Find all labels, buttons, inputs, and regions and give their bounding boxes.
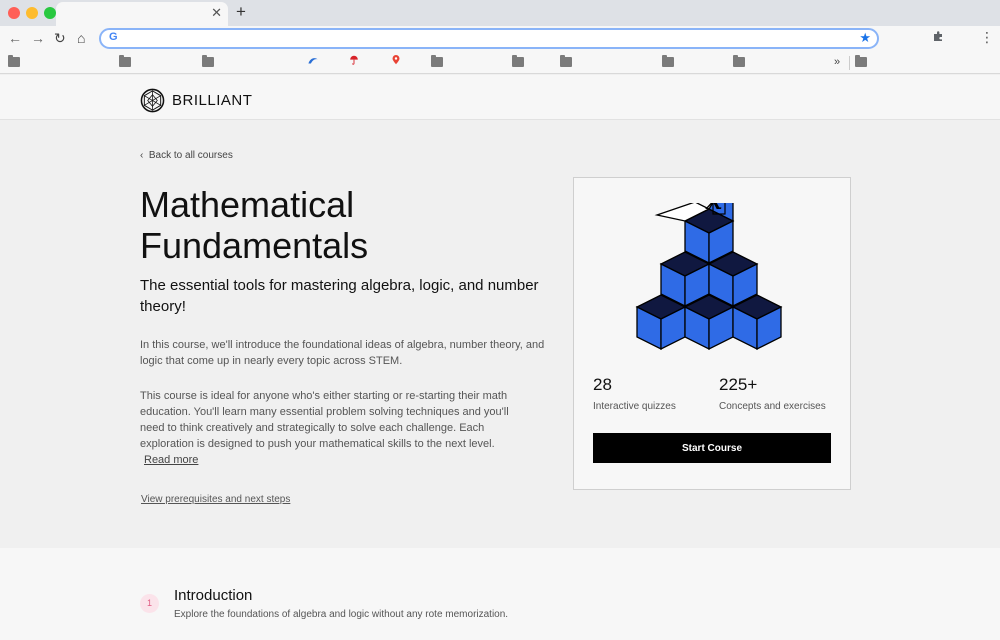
bookmark-folder-icon[interactable]: [662, 55, 674, 67]
bookmark-folder-icon[interactable]: [119, 55, 131, 67]
browser-tab-strip: ✕ +: [0, 0, 1000, 26]
back-to-courses-link[interactable]: ‹ Back to all courses: [140, 150, 233, 161]
stat-quizzes: 28 Interactive quizzes: [593, 375, 676, 412]
stat-quizzes-value: 28: [593, 375, 612, 394]
chapter-list: 1 Introduction Explore the foundations o…: [0, 548, 1000, 640]
read-more-link[interactable]: Read more: [144, 454, 198, 466]
start-course-button[interactable]: Start Course: [593, 433, 831, 463]
course-subtitle: The essential tools for mastering algebr…: [140, 277, 539, 315]
other-bookmarks-folder-icon[interactable]: [855, 55, 867, 67]
close-tab-icon[interactable]: ✕: [211, 5, 222, 21]
reload-icon[interactable]: ↻: [54, 30, 66, 46]
logo-text[interactable]: BRILLIANT: [172, 92, 252, 109]
minimize-window-button[interactable]: [26, 7, 38, 19]
browser-tab-active[interactable]: ✕: [56, 2, 228, 26]
address-bar[interactable]: G ★: [99, 28, 879, 49]
bookmark-umbrella-icon[interactable]: [348, 55, 360, 65]
forward-arrow-icon[interactable]: →: [31, 30, 45, 46]
course-description-1: In this course, we'll introduce the foun…: [140, 339, 545, 367]
course-card: x 28 Interactive quizzes 225+ Concepts a…: [573, 177, 851, 490]
cube-pyramid-illustration: x: [636, 203, 782, 350]
stat-concepts: 225+ Concepts and exercises: [719, 375, 826, 412]
back-link-label: Back to all courses: [148, 150, 233, 161]
stat-quizzes-label: Interactive quizzes: [593, 401, 676, 412]
bookmarks-bar: »: [0, 52, 1000, 74]
variable-x-symbol: x: [705, 203, 723, 217]
prerequisites-link[interactable]: View prerequisites and next steps: [141, 494, 290, 505]
close-window-button[interactable]: [8, 7, 20, 19]
star-icon[interactable]: ★: [859, 30, 871, 46]
stat-concepts-label: Concepts and exercises: [719, 401, 826, 412]
stat-concepts-value: 225+: [719, 375, 758, 394]
new-tab-icon[interactable]: +: [236, 3, 246, 21]
bookmark-folder-icon[interactable]: [8, 55, 20, 67]
more-bookmarks-icon[interactable]: »: [834, 56, 840, 68]
course-hero: ‹ Back to all courses Mathematical Funda…: [0, 120, 1000, 548]
bookmark-folder-icon[interactable]: [431, 55, 443, 67]
course-description-2: This course is ideal for anyone who's ei…: [140, 390, 509, 450]
chapter-description: Explore the foundations of algebra and l…: [174, 609, 509, 620]
google-icon: G: [109, 31, 118, 43]
site-header: BRILLIANT: [0, 75, 1000, 120]
bookmarks-divider: [849, 56, 850, 70]
back-arrow-icon[interactable]: ←: [8, 30, 22, 46]
chapter-number-badge: 1: [140, 594, 159, 613]
bookmark-folder-icon[interactable]: [733, 55, 745, 67]
browser-toolbar: ← → ↻ ⌂ G ★: [0, 26, 1000, 52]
brilliant-logo-icon[interactable]: [140, 88, 165, 113]
course-title: Mathematical Fundamentals: [140, 184, 369, 266]
bookmark-map-pin-icon[interactable]: [390, 55, 402, 65]
home-icon[interactable]: ⌂: [77, 30, 85, 46]
maximize-window-button[interactable]: [44, 7, 56, 19]
window-controls: [8, 7, 56, 19]
bookmark-folder-icon[interactable]: [202, 55, 214, 67]
bookmark-folder-icon[interactable]: [560, 55, 572, 67]
chapter-title[interactable]: Introduction: [174, 587, 252, 604]
bookmark-folder-icon[interactable]: [512, 55, 524, 67]
puzzle-icon[interactable]: [932, 30, 944, 42]
more-icon[interactable]: ⋮: [980, 30, 994, 44]
bookmark-wave-icon[interactable]: [307, 56, 319, 66]
